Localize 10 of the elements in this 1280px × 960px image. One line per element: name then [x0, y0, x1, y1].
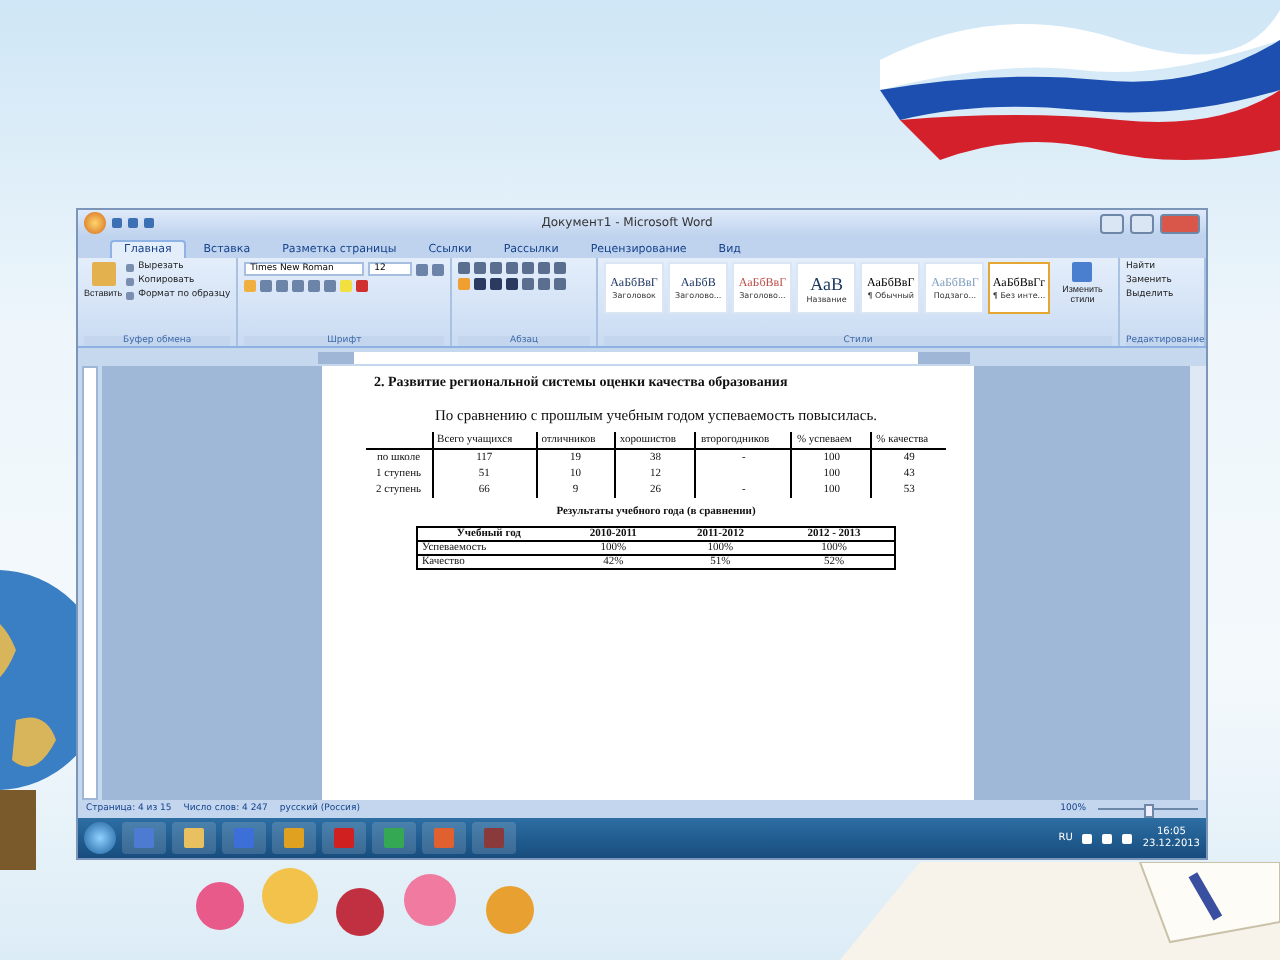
- taskbar-app[interactable]: [372, 822, 416, 854]
- maximize-button[interactable]: [1130, 213, 1154, 233]
- taskbar-app[interactable]: [422, 822, 466, 854]
- close-button[interactable]: [1160, 213, 1200, 233]
- minimize-button[interactable]: [1100, 213, 1124, 233]
- taskbar-app[interactable]: [472, 822, 516, 854]
- taskbar-app[interactable]: [272, 822, 316, 854]
- start-button[interactable]: [84, 822, 116, 854]
- office-button[interactable]: [84, 212, 106, 234]
- taskbar-app[interactable]: [172, 822, 216, 854]
